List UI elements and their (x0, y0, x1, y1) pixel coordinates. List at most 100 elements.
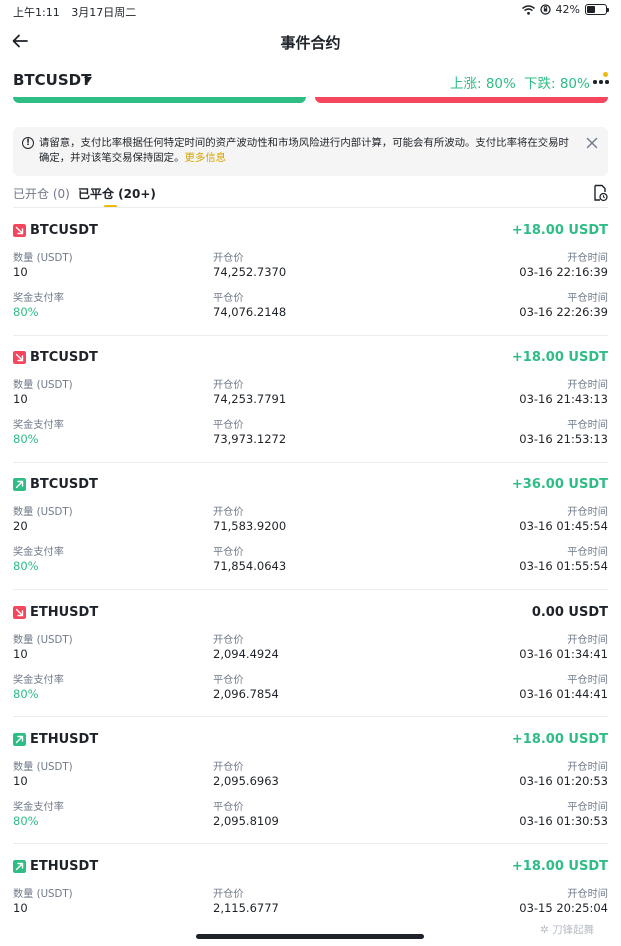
info-icon: ! (22, 137, 34, 149)
caret-down-icon[interactable] (84, 77, 92, 83)
status-time: 上午1:11 (13, 6, 60, 19)
open-price-label: 开仓价 (213, 762, 244, 773)
home-indicator[interactable] (196, 934, 424, 939)
row-divider (13, 589, 608, 590)
notice-text: 请留意，支付比率根据任何特定时间的资产波动性和市场风险进行内部计算，可能会有所波… (39, 137, 569, 164)
trend-up-icon (13, 478, 26, 491)
open-time-value: 03-16 22:16:39 (519, 265, 608, 279)
open-time-value: 03-16 01:34:41 (519, 647, 608, 661)
close-time-label: 平仓时间 (567, 293, 608, 304)
open-time-label: 开仓时间 (567, 889, 608, 900)
quantity-label: 数量 (USDT) (13, 762, 73, 773)
quantity-label: 数量 (USDT) (13, 889, 73, 900)
payout-label: 奖金支付率 (13, 802, 64, 813)
close-time-label: 平仓时间 (567, 547, 608, 558)
position-pnl: +18.00 USDT (511, 223, 608, 238)
position-card[interactable]: BTCUSDT +18.00 USDT 数量 (USDT) 开仓价 开仓时间 1… (0, 223, 621, 350)
watermark: ✲ 刀锋起舞 (540, 924, 595, 936)
quantity-label: 数量 (USDT) (13, 380, 73, 391)
position-symbol: ETHUSDT (30, 859, 99, 874)
open-time-value: 03-16 21:43:13 (519, 392, 608, 406)
open-price-label: 开仓价 (213, 253, 244, 264)
payout-label: 奖金支付率 (13, 293, 64, 304)
open-time-label: 开仓时间 (567, 762, 608, 773)
position-pnl: +18.00 USDT (511, 350, 608, 365)
quantity-value: 20 (13, 519, 28, 533)
position-card[interactable]: BTCUSDT +18.00 USDT 数量 (USDT) 开仓价 开仓时间 1… (0, 350, 621, 477)
position-symbol: BTCUSDT (30, 223, 98, 238)
open-price-label: 开仓价 (213, 635, 244, 646)
payout-value: 80% (13, 432, 39, 446)
position-symbol: BTCUSDT (30, 350, 98, 365)
open-time-label: 开仓时间 (567, 507, 608, 518)
row-divider (13, 843, 608, 844)
open-price-value: 2,115.6777 (213, 901, 279, 915)
quantity-value: 10 (13, 265, 28, 279)
close-price-label: 平仓价 (213, 547, 244, 558)
position-symbol: BTCUSDT (30, 477, 98, 492)
payout-label: 奖金支付率 (13, 420, 64, 431)
rise-payout: 上涨: 80% (450, 76, 516, 92)
open-price-label: 开仓价 (213, 507, 244, 518)
position-pnl: +18.00 USDT (511, 732, 608, 747)
position-symbol: ETHUSDT (30, 605, 99, 620)
position-symbol: ETHUSDT (30, 732, 99, 747)
open-price-value: 74,253.7791 (213, 392, 287, 406)
open-price-value: 2,094.4924 (213, 647, 279, 661)
rise-bar[interactable] (13, 97, 306, 103)
row-divider (13, 462, 608, 463)
position-card[interactable]: ETHUSDT 0.00 USDT 数量 (USDT) 开仓价 开仓时间 10 … (0, 605, 621, 732)
payout-value: 80% (13, 814, 39, 828)
payout-label: 奖金支付率 (13, 675, 64, 686)
trend-down-icon (13, 351, 26, 364)
history-icon[interactable] (592, 184, 608, 202)
orientation-lock-icon (539, 4, 551, 15)
fall-bar[interactable] (315, 97, 608, 103)
open-price-label: 开仓价 (213, 889, 244, 900)
close-price-value: 73,973.1272 (213, 432, 287, 446)
close-price-value: 74,076.2148 (213, 305, 287, 319)
more-info-link[interactable]: 更多信息 (184, 152, 226, 164)
battery-icon (585, 4, 609, 15)
quantity-value: 10 (13, 647, 28, 661)
tabs-divider (13, 207, 608, 208)
close-time-value: 03-16 01:30:53 (519, 814, 608, 828)
close-icon[interactable] (586, 137, 598, 149)
row-divider (13, 716, 608, 717)
notification-dot (603, 72, 608, 77)
close-price-value: 71,854.0643 (213, 559, 287, 573)
open-price-value: 2,095.6963 (213, 774, 279, 788)
close-time-value: 03-16 21:53:13 (519, 432, 608, 446)
position-pnl: +18.00 USDT (511, 859, 608, 874)
open-time-label: 开仓时间 (567, 380, 608, 391)
close-price-value: 2,095.8109 (213, 814, 279, 828)
position-card[interactable]: BTCUSDT +36.00 USDT 数量 (USDT) 开仓价 开仓时间 2… (0, 477, 621, 604)
open-time-value: 03-16 01:20:53 (519, 774, 608, 788)
tab-closed-positions[interactable]: 已平仓 (20+) (78, 185, 156, 202)
quantity-label: 数量 (USDT) (13, 507, 73, 518)
position-card[interactable]: ETHUSDT +18.00 USDT 数量 (USDT) 开仓价 开仓时间 1… (0, 732, 621, 859)
symbol-selector[interactable]: BTCUSDT (13, 71, 91, 89)
battery-percent: 42% (555, 3, 580, 16)
watermark-logo-icon: ✲ (540, 924, 553, 936)
close-time-label: 平仓时间 (567, 420, 608, 431)
status-bar: 上午1:11 3月17日周二 42% (0, 0, 621, 22)
open-price-value: 74,252.7370 (213, 265, 287, 279)
close-price-label: 平仓价 (213, 420, 244, 431)
open-time-label: 开仓时间 (567, 635, 608, 646)
more-icon[interactable] (593, 78, 609, 84)
open-time-value: 03-15 20:25:04 (519, 901, 608, 915)
payout-value: 80% (13, 687, 39, 701)
quantity-value: 10 (13, 392, 28, 406)
notice-banner: ! 请留意，支付比率根据任何特定时间的资产波动性和市场风险进行内部计算，可能会有… (13, 127, 608, 176)
position-card[interactable]: ETHUSDT +18.00 USDT 数量 (USDT) 开仓价 开仓时间 1… (0, 859, 621, 929)
tab-open-positions[interactable]: 已开仓 (0) (13, 185, 70, 202)
close-price-label: 平仓价 (213, 675, 244, 686)
close-time-value: 03-16 01:44:41 (519, 687, 608, 701)
close-price-label: 平仓价 (213, 293, 244, 304)
page-title: 事件合约 (280, 34, 341, 52)
trend-up-icon (13, 860, 26, 873)
position-pnl: +36.00 USDT (511, 477, 608, 492)
payout-value: 80% (13, 305, 39, 319)
nav-bar: 事件合约 (0, 26, 621, 58)
